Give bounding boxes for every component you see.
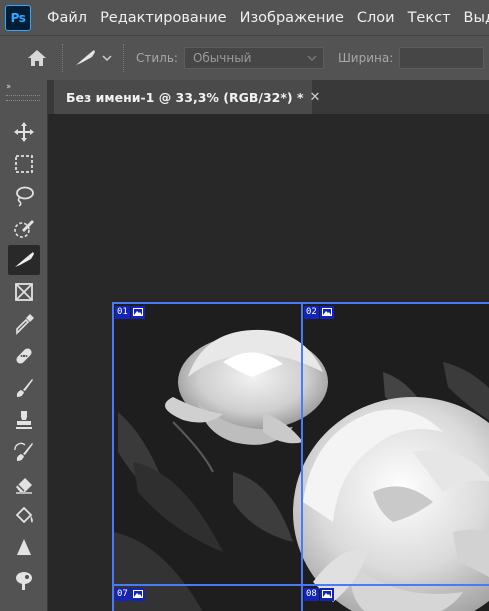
clone-stamp-tool[interactable] xyxy=(8,405,40,435)
slice-label[interactable]: 01 xyxy=(115,305,145,319)
close-icon[interactable]: ✕ xyxy=(310,90,321,105)
width-input[interactable] xyxy=(399,47,485,69)
home-button[interactable] xyxy=(22,43,52,73)
chevron-down-icon xyxy=(307,55,317,61)
slice-knife-icon xyxy=(76,50,95,65)
eyedropper-tool[interactable] xyxy=(8,309,40,339)
slice-number: 07 xyxy=(115,587,130,601)
quick-select-icon xyxy=(14,220,34,238)
menu-file[interactable]: Файл xyxy=(47,10,87,26)
healing-brush-tool[interactable] xyxy=(8,341,40,371)
marquee-tool[interactable] xyxy=(8,149,40,179)
toolbar-collapse-button[interactable]: ›› xyxy=(6,82,11,92)
frame-tool[interactable] xyxy=(8,277,40,307)
photoshop-logo[interactable]: Ps xyxy=(5,4,31,31)
slice-number: 01 xyxy=(115,305,130,319)
lasso-tool[interactable] xyxy=(8,181,40,211)
brush-tool[interactable] xyxy=(8,373,40,403)
move-tool[interactable] xyxy=(8,117,40,147)
bucket-icon xyxy=(15,506,33,524)
style-select-value: Обычный xyxy=(192,51,252,65)
document-area: Без имени-1 @ 33,3% (RGB/32*) * ✕ 01 02 … xyxy=(48,80,489,611)
document-tab-strip: Без имени-1 @ 33,3% (RGB/32*) * ✕ xyxy=(48,80,489,114)
slice-boundary xyxy=(112,302,114,611)
tool-preset-picker[interactable] xyxy=(73,48,113,68)
image-slice-icon xyxy=(130,305,145,319)
home-icon xyxy=(28,50,46,66)
history-brush-tool[interactable] xyxy=(8,437,40,467)
toolbar-grip[interactable] xyxy=(6,95,40,101)
eraser-tool[interactable] xyxy=(8,469,40,499)
menu-image[interactable]: Изображение xyxy=(240,10,344,26)
image-slice-icon xyxy=(130,587,145,601)
chevron-down-icon xyxy=(102,55,112,62)
slice-tool[interactable] xyxy=(8,245,40,275)
slice-boundary xyxy=(301,302,303,611)
dodge-icon xyxy=(16,572,32,590)
quick-selection-tool[interactable] xyxy=(8,213,40,243)
eraser-icon xyxy=(16,478,32,494)
history-brush-icon xyxy=(14,442,33,461)
bandage-icon xyxy=(16,348,32,364)
rect-marquee-icon xyxy=(15,155,33,173)
slice-knife-icon xyxy=(15,252,34,267)
style-select[interactable]: Обычный xyxy=(183,47,324,69)
image-slice-icon xyxy=(319,587,334,601)
menu-bar: Ps Файл Редактирование Изображение Слои … xyxy=(0,0,489,35)
style-label: Стиль: xyxy=(136,51,178,65)
image-slice-icon xyxy=(319,305,334,319)
lasso-icon xyxy=(16,186,34,207)
document-tab[interactable]: Без имени-1 @ 33,3% (RGB/32*) * ✕ xyxy=(54,80,320,114)
menu-edit[interactable]: Редактирование xyxy=(100,10,227,26)
options-divider xyxy=(62,44,63,72)
slice-number: 02 xyxy=(304,305,319,319)
stamp-icon xyxy=(16,411,32,429)
paint-bucket-tool[interactable] xyxy=(8,501,40,531)
move-icon xyxy=(14,122,34,142)
options-divider xyxy=(123,44,124,72)
slice-label[interactable]: 02 xyxy=(304,305,334,319)
slice-label[interactable]: 07 xyxy=(115,587,145,601)
document-tab-title: Без имени-1 @ 33,3% (RGB/32*) * xyxy=(66,89,304,105)
menu-type[interactable]: Текст xyxy=(408,10,451,26)
dodge-tool[interactable] xyxy=(8,565,40,595)
menu-select[interactable]: Выд xyxy=(464,10,489,26)
blur-tool[interactable] xyxy=(8,533,40,563)
width-label: Ширина: xyxy=(337,51,394,65)
blur-drop-icon xyxy=(17,539,31,555)
brush-icon xyxy=(16,379,33,397)
slice-label[interactable]: 08 xyxy=(304,587,334,601)
frame-icon xyxy=(15,283,33,301)
menu-layers[interactable]: Слои xyxy=(357,10,395,26)
canvas-area[interactable]: 01 02 07 08 xyxy=(48,114,489,611)
slice-number: 08 xyxy=(304,587,319,601)
eyedropper-icon xyxy=(16,314,34,335)
options-bar: Стиль: Обычный Ширина: xyxy=(0,35,489,80)
tools-panel: ›› xyxy=(0,80,48,611)
